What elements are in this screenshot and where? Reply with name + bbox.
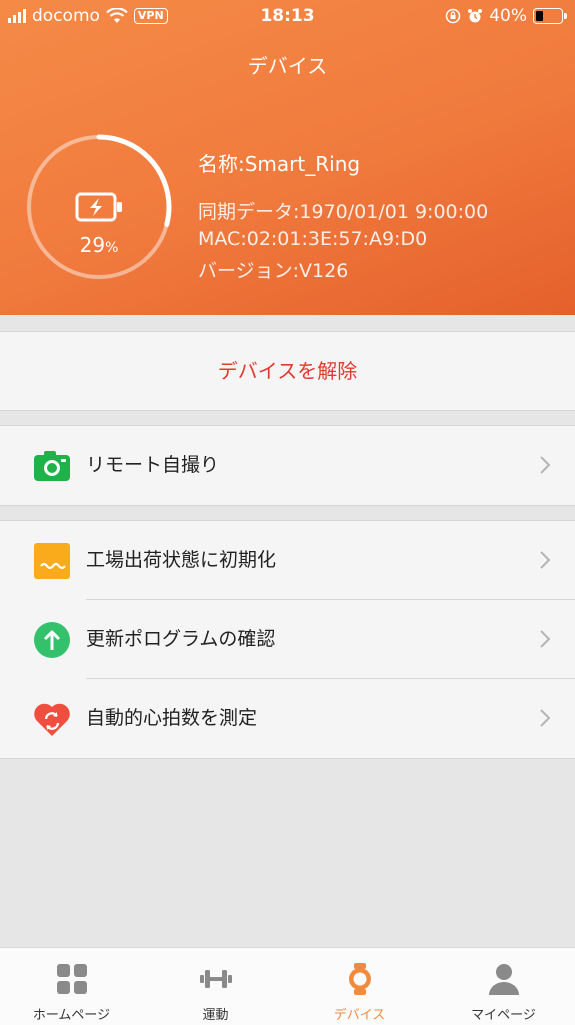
factory-reset-label: 工場出荷状態に初期化: [86, 549, 277, 571]
orientation-lock-icon: [445, 8, 461, 24]
tab-device-label: デバイス: [333, 1008, 386, 1023]
battery-icon: [533, 8, 567, 24]
battery-level-text: 29%: [25, 233, 173, 257]
charging-battery-icon: [75, 192, 122, 222]
remote-selfie-label: リモート自撮り: [86, 454, 220, 476]
tab-exercise[interactable]: 運動: [144, 948, 287, 1025]
tab-mypage[interactable]: マイページ: [432, 948, 575, 1025]
chevron-right-icon: [540, 551, 551, 569]
tab-bar: ホームページ 運動 デバイス マイページ: [0, 947, 575, 1025]
tab-mypage-label: マイページ: [471, 1008, 536, 1023]
person-icon: [489, 964, 519, 995]
firmware-version: バージョン:V126: [198, 260, 349, 282]
status-bar: docomo VPN 18:13 40%: [0, 0, 575, 32]
battery-percent: 40%: [489, 6, 527, 26]
watch-icon: [349, 963, 371, 995]
alarm-icon: [468, 9, 483, 23]
settings-group: 工場出荷状態に初期化 更新ポログラムの確認 自動的心拍数を測定: [0, 520, 575, 759]
status-right: 40%: [445, 6, 567, 26]
auto-heart-rate-label: 自動的心拍数を測定: [86, 707, 258, 729]
reset-icon: [34, 543, 70, 579]
tab-device[interactable]: デバイス: [288, 948, 431, 1025]
camera-icon: [34, 451, 70, 481]
battery-level-unit: %: [105, 240, 119, 256]
mac-address: MAC:02:01:3E:57:A9:D0: [198, 228, 428, 250]
update-arrow-icon: [34, 622, 70, 658]
tab-home[interactable]: ホームページ: [0, 948, 143, 1025]
chevron-right-icon: [540, 630, 551, 648]
unbind-device-button[interactable]: デバイスを解除: [0, 331, 575, 411]
device-header: docomo VPN 18:13 40% デバイス 29% 名称:Smart_R…: [0, 0, 575, 315]
chevron-right-icon: [540, 709, 551, 727]
device-name: 名称:Smart_Ring: [198, 152, 361, 176]
camera-group: リモート自撮り: [0, 425, 575, 506]
tab-exercise-label: 運動: [202, 1008, 229, 1023]
battery-ring: 29%: [25, 133, 173, 281]
auto-heart-rate-row[interactable]: 自動的心拍数を測定: [0, 679, 575, 758]
check-update-label: 更新ポログラムの確認: [86, 628, 276, 650]
grid-icon: [57, 964, 87, 994]
heart-rate-icon: [34, 703, 70, 736]
page-title: デバイス: [247, 54, 328, 78]
check-update-row[interactable]: 更新ポログラムの確認: [0, 600, 575, 679]
battery-level-value: 29: [79, 233, 106, 257]
dumbbell-icon: [200, 970, 232, 988]
factory-reset-row[interactable]: 工場出荷状態に初期化: [0, 521, 575, 600]
tab-home-label: ホームページ: [32, 1008, 111, 1023]
remote-selfie-row[interactable]: リモート自撮り: [0, 426, 575, 505]
sync-date: 同期データ:1970/01/01 9:00:00: [198, 201, 489, 223]
chevron-right-icon: [540, 456, 551, 474]
